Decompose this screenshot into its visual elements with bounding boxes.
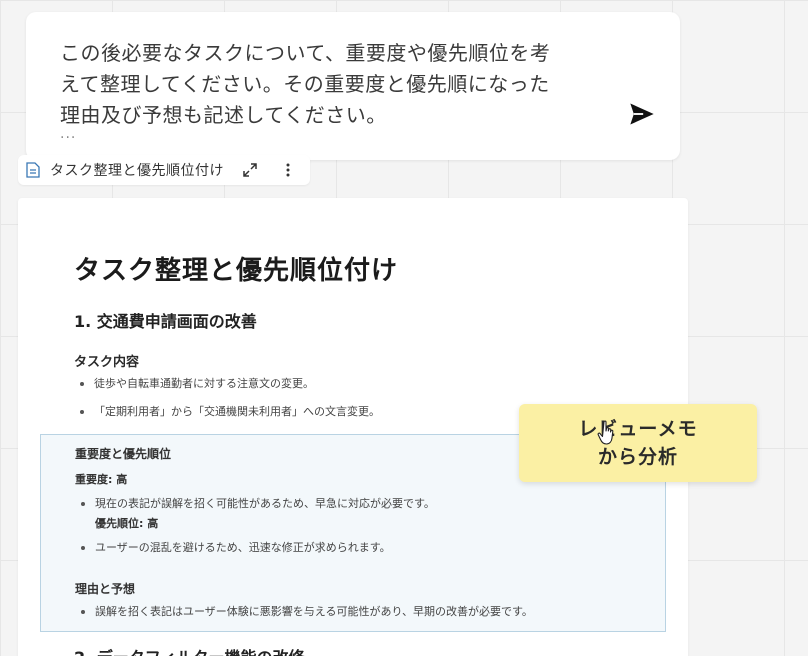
list-item: 現在の表記が誤解を招く可能性があるため、早急に対応が必要です。 — [75, 497, 435, 511]
priority-label: 優先順位: 高 — [95, 517, 159, 530]
prompt-text[interactable]: この後必要なタスクについて、重要度や優先順位を考 えて整理してください。その重要… — [60, 38, 600, 131]
prompt-card[interactable]: この後必要なタスクについて、重要度や優先順位を考 えて整理してください。その重要… — [26, 12, 680, 160]
reason-heading: 理由と予想 — [75, 582, 136, 596]
expand-button[interactable] — [238, 158, 262, 182]
document-tab-title: タスク整理と優先順位付け — [50, 163, 224, 179]
prompt-line: 理由及び予想も記述してください。 — [60, 103, 387, 127]
prompt-more-indicator: ... — [60, 126, 77, 142]
list-item: 徒歩や自転車通勤者に対する注意文の変更。 — [74, 377, 380, 391]
send-button[interactable] — [626, 98, 658, 130]
sticky-note-line: から分析 — [597, 446, 678, 468]
list-item: ユーザーの混乱を避けるため、迅速な修正が求められます。 — [75, 541, 391, 555]
hand-cursor-icon — [597, 420, 614, 445]
prompt-line: えて整理してください。その重要度と優先順になった — [60, 72, 550, 96]
document-tab[interactable]: タスク整理と優先順位付け — [18, 155, 310, 185]
priority-heading: 重要度と優先順位 — [75, 447, 172, 461]
more-options-button[interactable] — [276, 158, 300, 182]
priority-list-2: ユーザーの混乱を避けるため、迅速な修正が求められます。 — [75, 541, 391, 569]
priority-list: 現在の表記が誤解を招く可能性があるため、早急に対応が必要です。 — [75, 497, 435, 515]
importance-label: 重要度: 高 — [75, 473, 128, 486]
task-content-heading: タスク内容 — [74, 355, 140, 370]
send-icon — [630, 103, 654, 125]
document-title: タスク整理と優先順位付け — [74, 256, 399, 286]
reason-list: 誤解を招く表記はユーザー体験に悪影響を与える可能性があり、早期の改善が必要です。 — [75, 605, 533, 633]
task-list: 徒歩や自転車通勤者に対する注意文の変更。 「定期利用者」から「交通機関未利用者」… — [74, 377, 380, 433]
next-section-heading: 2. データフィルター機能の改修 — [74, 644, 304, 656]
section-heading: 1. 交通費申請画面の改善 — [74, 312, 257, 331]
sticky-note[interactable]: レビューメモ から分析 — [519, 404, 757, 482]
document-icon — [26, 162, 42, 178]
expand-icon — [243, 163, 257, 177]
list-item: 「定期利用者」から「交通機関未利用者」への文言変更。 — [74, 405, 380, 419]
more-vertical-icon — [286, 163, 290, 177]
prompt-line: この後必要なタスクについて、重要度や優先順位を考 — [60, 41, 551, 65]
list-item: 誤解を招く表記はユーザー体験に悪影響を与える可能性があり、早期の改善が必要です。 — [75, 605, 533, 619]
